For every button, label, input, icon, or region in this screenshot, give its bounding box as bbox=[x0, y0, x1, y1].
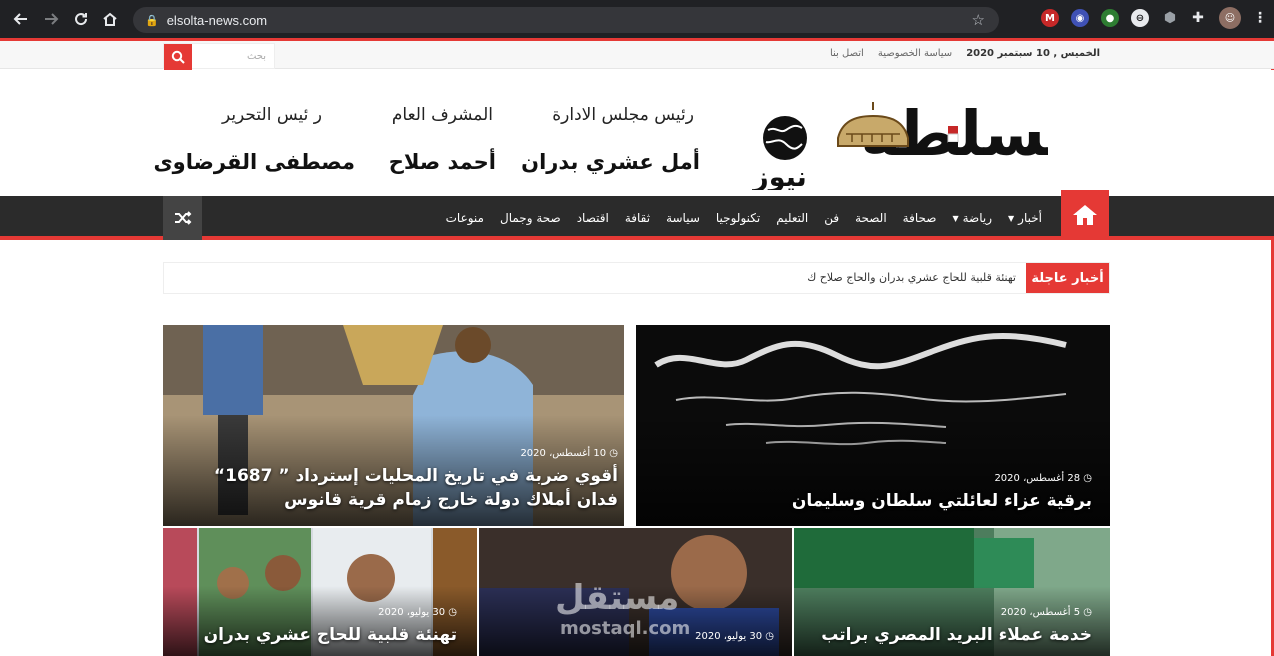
post-date: ◷ 5 أغسطس، 2020 bbox=[1000, 607, 1092, 618]
post-date: ◷ 28 أغسطس، 2020 bbox=[994, 473, 1092, 484]
web-page: الخميس , 10 سبتمبر 2020 سياسة الخصوصية ا… bbox=[0, 38, 1274, 656]
staff-name: أحمد صلاح bbox=[388, 150, 496, 174]
current-date: الخميس , 10 سبتمبر 2020 bbox=[966, 48, 1100, 59]
menu-item-education[interactable]: التعليم bbox=[768, 196, 816, 240]
shield-icon[interactable]: ⬢ bbox=[1161, 9, 1179, 27]
post-card[interactable]: ◷ 5 أغسطس، 2020 خدمة عملاء البريد المصري… bbox=[794, 528, 1110, 656]
breaking-news-bar: أخبار عاجلة تهنئة قلبية للحاج عشري بدران… bbox=[163, 262, 1110, 294]
main-menu: أخبار ▼ رياضة ▼ صحافة الصحة فن التعليم تكن… bbox=[438, 196, 1050, 240]
watermark-url: mostaql.com bbox=[560, 618, 691, 639]
site-header: السلطة نيوز رئيس مجلس الادارة أمل عشري ب… bbox=[0, 70, 1274, 196]
browser-toolbar: 🔒 elsolta-news.com ☆ M ◉ ● ⊖ ⬢ ✚ ☺ ⋮ bbox=[0, 0, 1274, 38]
kebab-menu-icon[interactable]: ⋮ bbox=[1251, 9, 1269, 27]
top-nav: الخميس , 10 سبتمبر 2020 سياسة الخصوصية ا… bbox=[830, 48, 1100, 59]
site-logo[interactable]: السلطة نيوز bbox=[748, 80, 1091, 193]
logo-subtitle: نيوز bbox=[751, 162, 807, 190]
post-card[interactable]: ◷ 30 يوليو، 2020 تهنئة قلبية للحاج عشري … bbox=[163, 528, 477, 656]
menu-item-beauty[interactable]: صحة وجمال bbox=[492, 196, 569, 240]
avatar[interactable]: ☺ bbox=[1219, 7, 1241, 29]
breaking-news-label: أخبار عاجلة bbox=[1026, 263, 1109, 293]
home-button[interactable] bbox=[1061, 190, 1109, 240]
reload-icon[interactable] bbox=[66, 4, 96, 34]
menu-item-economy[interactable]: اقتصاد bbox=[569, 196, 617, 240]
search-button[interactable] bbox=[164, 44, 192, 70]
forward-arrow-icon[interactable] bbox=[36, 4, 66, 34]
extension-circle-icon[interactable]: ⊖ bbox=[1131, 9, 1149, 27]
search-input[interactable] bbox=[194, 44, 274, 68]
menu-item-politics[interactable]: سياسة bbox=[658, 196, 708, 240]
menu-item-technology[interactable]: تكنولوجيا bbox=[708, 196, 768, 240]
menu-item-culture[interactable]: ثقافة bbox=[617, 196, 658, 240]
contact-link[interactable]: اتصل بنا bbox=[830, 48, 864, 59]
menu-item-sports[interactable]: رياضة ▼ bbox=[944, 196, 1000, 240]
extension-green-icon[interactable]: ● bbox=[1101, 9, 1119, 27]
star-icon[interactable]: ☆ bbox=[972, 11, 985, 29]
post-card[interactable]: ◷ 10 أغسطس، 2020 أقوي ضربة في تاريخ المح… bbox=[163, 325, 624, 526]
staff-role: المشرف العام bbox=[391, 105, 493, 125]
post-card[interactable]: ◷ 28 أغسطس، 2020 برقية عزاء لعائلتي سلطا… bbox=[636, 325, 1110, 526]
post-date: ◷ 30 يوليو، 2020 bbox=[378, 607, 457, 618]
privacy-link[interactable]: سياسة الخصوصية bbox=[878, 48, 952, 59]
main-nav: أخبار ▼ رياضة ▼ صحافة الصحة فن التعليم تكن… bbox=[0, 190, 1274, 240]
menu-item-press[interactable]: صحافة bbox=[895, 196, 945, 240]
breaking-news-link[interactable]: تهنئة قلبية للحاج عشري بدران والحاج صلاح… bbox=[807, 271, 1016, 284]
staff-name: أمل عشري بدران bbox=[521, 150, 700, 174]
shuffle-icon bbox=[174, 211, 191, 225]
staff-name: مصطفى القرضاوى bbox=[153, 150, 355, 174]
puzzle-icon[interactable]: ✚ bbox=[1189, 9, 1207, 27]
chevron-down-icon: ▼ bbox=[1008, 213, 1015, 223]
post-title[interactable]: أقوي ضربة في تاريخ المحليات إسترداد ” 16… bbox=[198, 464, 618, 512]
post-date: ◷ 10 أغسطس، 2020 bbox=[520, 448, 618, 459]
menu-item-misc[interactable]: منوعات bbox=[438, 196, 492, 240]
watermark-logo: مستقل bbox=[555, 578, 680, 618]
post-title[interactable]: تهنئة قلبية للحاج عشري بدران bbox=[167, 623, 457, 647]
top-bar: الخميس , 10 سبتمبر 2020 سياسة الخصوصية ا… bbox=[0, 41, 1274, 70]
staff-role: رئيس مجلس الادارة bbox=[552, 105, 694, 125]
random-article-button[interactable] bbox=[163, 196, 202, 240]
home-icon[interactable] bbox=[95, 4, 125, 34]
back-arrow-icon[interactable] bbox=[6, 4, 36, 34]
extension-m-icon[interactable]: M bbox=[1041, 9, 1059, 27]
lock-icon: 🔒 bbox=[145, 14, 159, 27]
menu-item-news[interactable]: أخبار ▼ bbox=[1000, 196, 1050, 240]
post-title[interactable]: خدمة عملاء البريد المصري براتب bbox=[802, 623, 1092, 647]
search-icon bbox=[171, 50, 185, 64]
staff-role: ر ئيس التحرير bbox=[221, 105, 322, 125]
post-title[interactable]: برقية عزاء لعائلتي سلطان وسليمان bbox=[652, 489, 1092, 513]
home-icon bbox=[1073, 205, 1097, 225]
menu-item-art[interactable]: فن bbox=[816, 196, 847, 240]
chevron-down-icon: ▼ bbox=[952, 213, 959, 223]
menu-item-health[interactable]: الصحة bbox=[847, 196, 895, 240]
url-text: elsolta-news.com bbox=[166, 12, 268, 28]
post-date: ◷ 30 يوليو، 2020 bbox=[695, 631, 774, 642]
address-bar[interactable]: 🔒 elsolta-news.com ☆ bbox=[133, 7, 999, 33]
extension-blue-icon[interactable]: ◉ bbox=[1071, 9, 1089, 27]
search-form bbox=[163, 43, 275, 70]
